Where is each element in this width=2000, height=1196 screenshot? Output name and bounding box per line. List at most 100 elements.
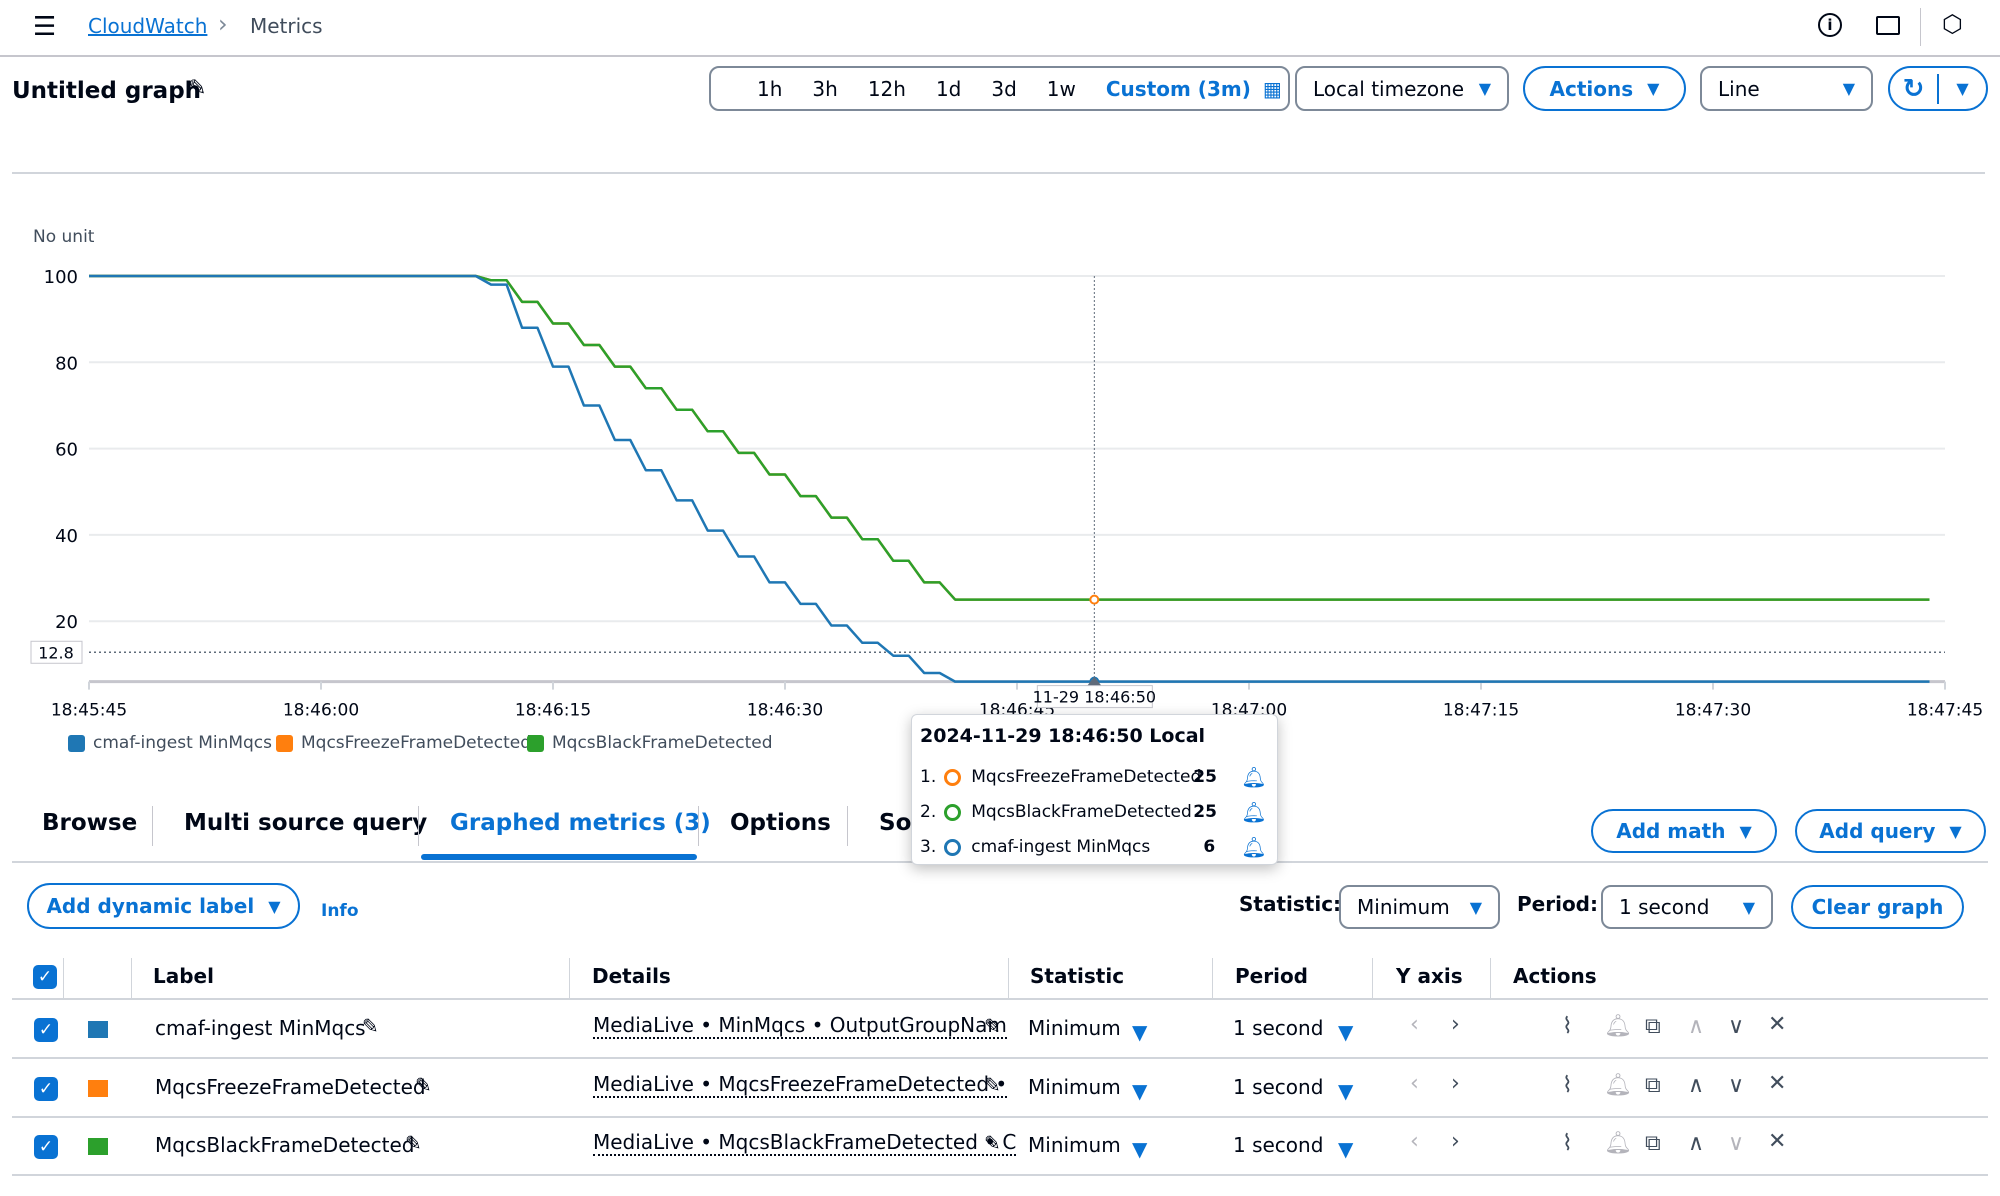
edit-details-pencil-icon[interactable]: ✎ [984, 1131, 1001, 1155]
legend-label: MqcsFreezeFrameDetected [301, 733, 532, 753]
color-swatch[interactable] [88, 1021, 108, 1038]
tooltip-row: 3. cmaf-ingest MinMqcs 6 🔔︎ [920, 835, 1270, 859]
column-header-actions: Actions [1513, 964, 1597, 988]
move-up-icon[interactable]: ∧ [1688, 1014, 1704, 1039]
row-period[interactable]: 1 second [1233, 1133, 1323, 1157]
add-query-button[interactable]: Add query ▼ [1795, 809, 1986, 853]
row-details[interactable]: MediaLive • MqcsBlackFrameDetected • C [593, 1130, 1017, 1156]
row-label: MqcsBlackFrameDetected [155, 1133, 415, 1157]
duplicate-icon[interactable]: ⧉ [1645, 1131, 1661, 1156]
y-marker-label: 12.8 [38, 643, 74, 662]
add-math-button[interactable]: Add math ▼ [1591, 809, 1777, 853]
bell-icon[interactable]: 🔔︎ [1604, 1131, 1632, 1156]
bell-icon[interactable]: 🔔︎ [1241, 835, 1266, 859]
graph-metric-icon[interactable]: ⌇ [1562, 1131, 1573, 1156]
legend-item-black-frame[interactable]: MqcsBlackFrameDetected [527, 733, 773, 753]
tab-browse[interactable]: Browse [42, 810, 137, 836]
graph-metric-icon[interactable]: ⌇ [1562, 1073, 1573, 1098]
legend-item-cmaf-ingest[interactable]: cmaf-ingest MinMqcs [68, 733, 272, 753]
statistic-caret-icon[interactable]: ▼ [1132, 1079, 1147, 1103]
period-caret-icon[interactable]: ▼ [1338, 1079, 1353, 1103]
color-swatch[interactable] [88, 1080, 108, 1097]
y-axis-left-icon[interactable]: ‹ [1410, 1071, 1419, 1096]
tooltip-series-name: cmaf-ingest MinMqcs [971, 837, 1151, 857]
column-header-y-axis[interactable]: Y axis [1396, 964, 1463, 988]
info-link[interactable]: Info [321, 901, 359, 921]
statistic-value: Minimum [1357, 895, 1450, 919]
statistic-caret-icon[interactable]: ▼ [1132, 1137, 1147, 1161]
hover-point [1089, 594, 1100, 605]
edit-details-pencil-icon[interactable]: ✎ [984, 1014, 1001, 1038]
statistic-select[interactable]: Minimum ▼ [1339, 885, 1500, 929]
move-down-icon[interactable]: ∨ [1728, 1014, 1744, 1039]
duplicate-icon[interactable]: ⧉ [1645, 1073, 1661, 1098]
add-math-label: Add math [1616, 819, 1726, 843]
row-divider [12, 1057, 1988, 1059]
bell-icon[interactable]: 🔔︎ [1241, 800, 1266, 824]
legend-item-freeze-frame[interactable]: MqcsFreezeFrameDetected [276, 733, 531, 753]
tab-multi-source-query[interactable]: Multi source query [184, 810, 427, 836]
tab-separator [847, 806, 848, 846]
edit-label-pencil-icon[interactable]: ✎ [415, 1073, 432, 1097]
edit-label-pencil-icon[interactable]: ✎ [362, 1014, 379, 1038]
column-header-label[interactable]: Label [153, 964, 214, 988]
row-statistic[interactable]: Minimum [1028, 1075, 1121, 1099]
caret-down-icon: ▼ [1949, 821, 1962, 841]
tab-graphed-metrics[interactable]: Graphed metrics (3) [450, 810, 711, 836]
graph-metric-icon[interactable]: ⌇ [1562, 1014, 1573, 1039]
row-period[interactable]: 1 second [1233, 1016, 1323, 1040]
x-tick-label: 18:47:45 [1907, 701, 1983, 721]
tab-separator [698, 806, 699, 846]
row-label: MqcsFreezeFrameDetected [155, 1075, 426, 1099]
legend-label: cmaf-ingest MinMqcs [93, 733, 273, 753]
statistic-caret-icon[interactable]: ▼ [1132, 1020, 1147, 1044]
move-up-icon[interactable]: ∧ [1688, 1131, 1704, 1156]
row-checkbox[interactable]: ✓ [34, 1135, 58, 1159]
tab-source[interactable]: So [879, 810, 911, 836]
remove-icon[interactable]: ✕ [1768, 1071, 1786, 1096]
tooltip-series-name: MqcsFreezeFrameDetected [971, 767, 1202, 787]
tab-separator [152, 806, 153, 846]
period-caret-icon[interactable]: ▼ [1338, 1137, 1353, 1161]
duplicate-icon[interactable]: ⧉ [1645, 1014, 1661, 1039]
x-tick-label: 18:45:45 [51, 701, 127, 721]
row-statistic[interactable]: Minimum [1028, 1133, 1121, 1157]
tab-options[interactable]: Options [730, 810, 831, 836]
statistic-label: Statistic: [1239, 892, 1342, 916]
y-axis-right-icon[interactable]: › [1451, 1071, 1460, 1096]
add-dynamic-label-button[interactable]: Add dynamic label ▼ [27, 883, 300, 929]
y-axis-right-icon[interactable]: › [1451, 1012, 1460, 1037]
period-caret-icon[interactable]: ▼ [1338, 1020, 1353, 1044]
move-down-icon[interactable]: ∨ [1728, 1131, 1744, 1156]
move-up-icon[interactable]: ∧ [1688, 1073, 1704, 1098]
line-chart[interactable]: 20 40 60 80 100 18:45:45 18:46:00 18:46:15 18:46… [0, 0, 1985, 760]
row-checkbox[interactable]: ✓ [34, 1018, 58, 1042]
x-tick-label: 18:47:15 [1443, 701, 1519, 721]
header-divider [12, 998, 1988, 1000]
edit-label-pencil-icon[interactable]: ✎ [405, 1131, 422, 1155]
row-statistic[interactable]: Minimum [1028, 1016, 1121, 1040]
column-header-statistic[interactable]: Statistic [1030, 964, 1124, 988]
row-details[interactable]: MediaLive • MinMqcs • OutputGroupNam [593, 1013, 1007, 1039]
remove-icon[interactable]: ✕ [1768, 1012, 1786, 1037]
x-tick-label: 18:46:30 [747, 701, 823, 721]
move-down-icon[interactable]: ∨ [1728, 1073, 1744, 1098]
row-details[interactable]: MediaLive • MqcsFreezeFrameDetected • [593, 1072, 1008, 1098]
bell-icon[interactable]: 🔔︎ [1604, 1014, 1632, 1039]
bell-icon[interactable]: 🔔︎ [1604, 1073, 1632, 1098]
column-header-period[interactable]: Period [1235, 964, 1308, 988]
column-header-details[interactable]: Details [592, 964, 671, 988]
row-period[interactable]: 1 second [1233, 1075, 1323, 1099]
color-swatch[interactable] [88, 1138, 108, 1155]
remove-icon[interactable]: ✕ [1768, 1129, 1786, 1154]
select-all-checkbox[interactable]: ✓ [33, 965, 57, 989]
period-select[interactable]: 1 second ▼ [1601, 885, 1773, 929]
edit-details-pencil-icon[interactable]: ✎ [984, 1073, 1001, 1097]
x-tick-label: 18:46:15 [515, 701, 591, 721]
y-axis-right-icon[interactable]: › [1451, 1129, 1460, 1154]
clear-graph-button[interactable]: Clear graph [1791, 885, 1964, 929]
y-axis-left-icon[interactable]: ‹ [1410, 1129, 1419, 1154]
y-axis-left-icon[interactable]: ‹ [1410, 1012, 1419, 1037]
bell-icon[interactable]: 🔔︎ [1241, 765, 1266, 789]
row-checkbox[interactable]: ✓ [34, 1077, 58, 1101]
